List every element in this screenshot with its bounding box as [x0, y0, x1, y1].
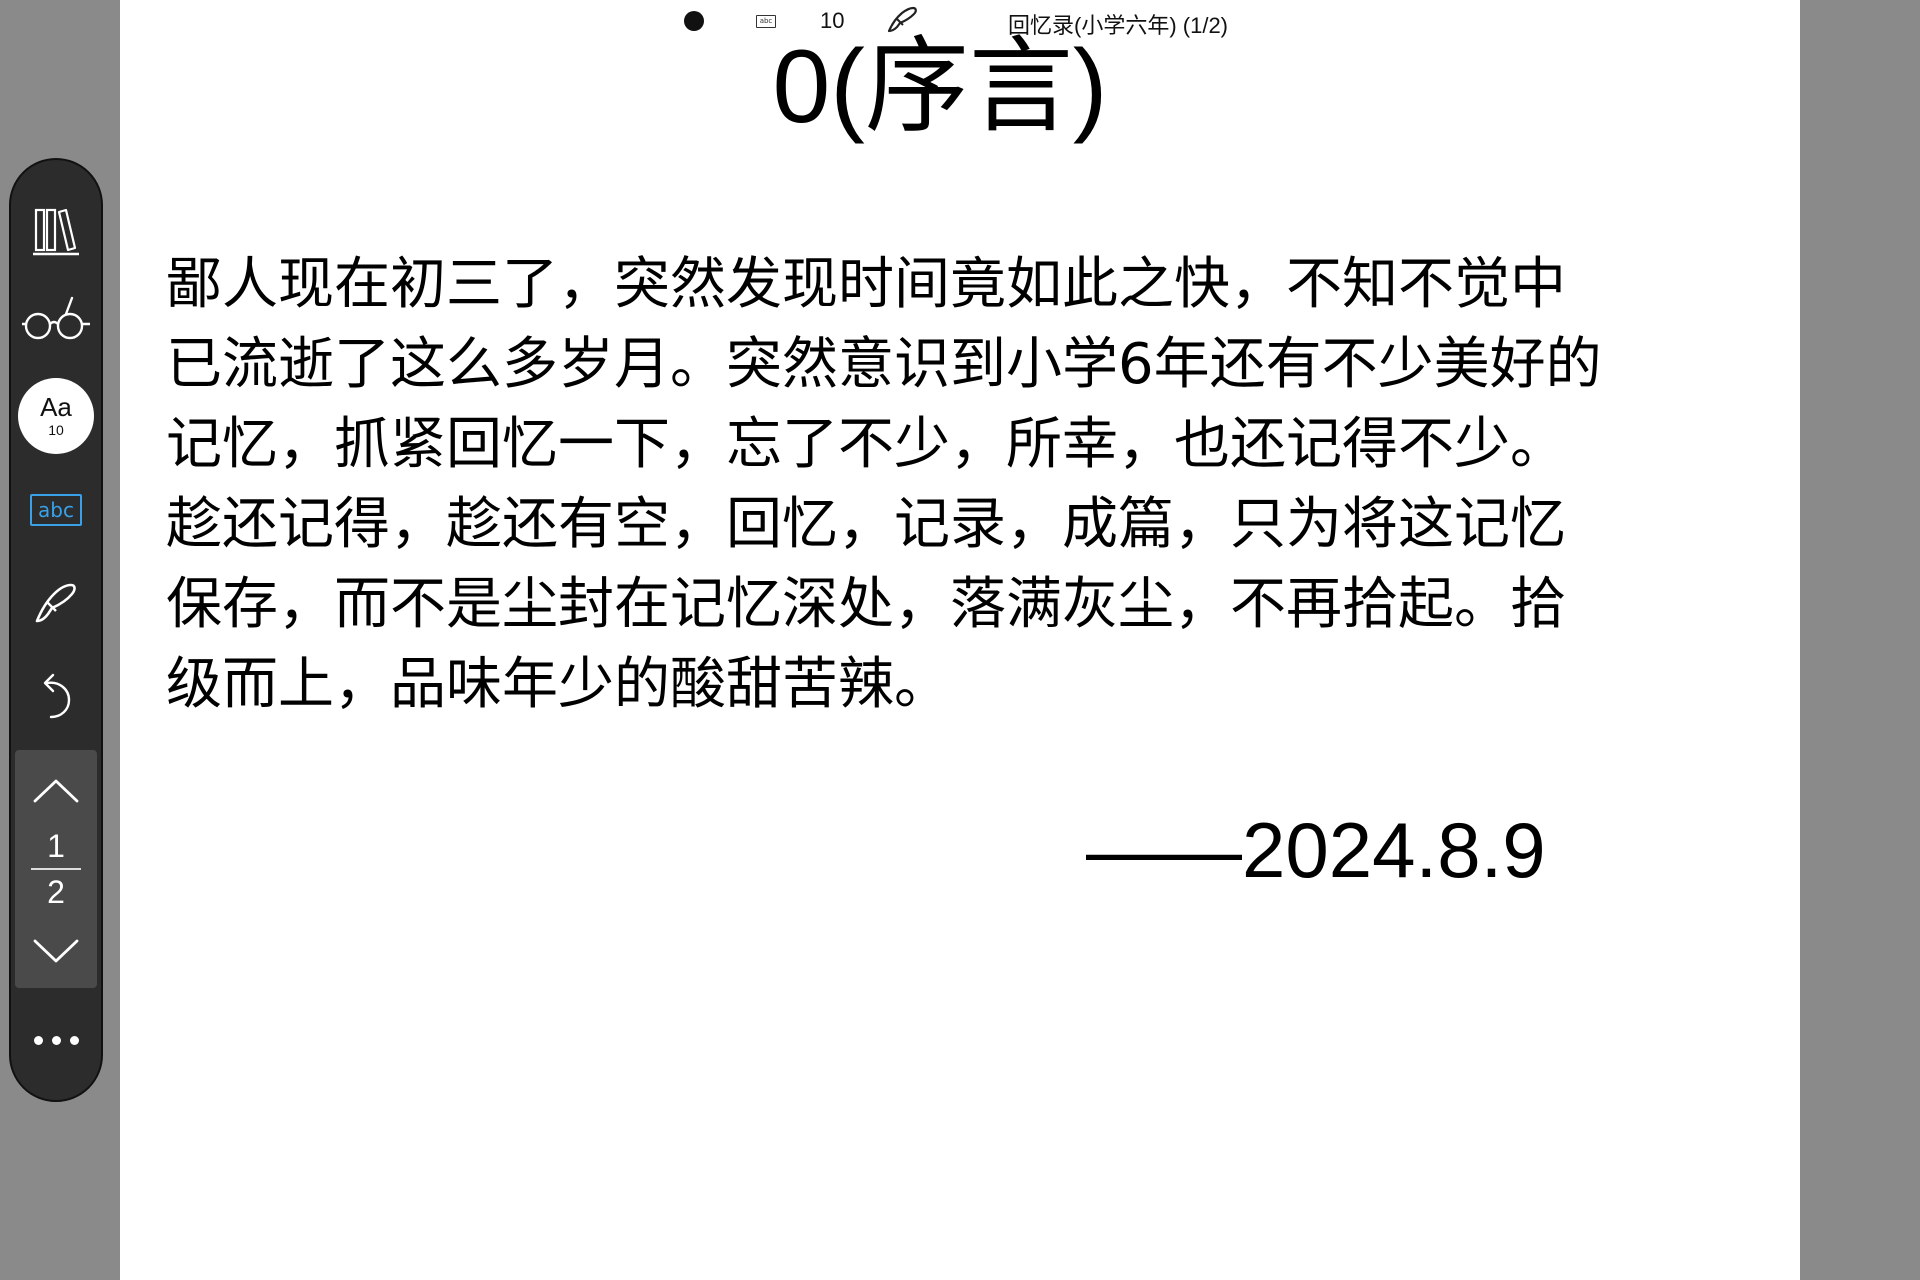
body-line: 记忆，抓紧回忆一下，忘了不少，所幸，也还记得不少。 [166, 412, 1566, 477]
pen-icon [35, 583, 76, 623]
chevron-up-icon [33, 779, 79, 803]
page-navigator: 1 2 [15, 750, 97, 988]
pen-button[interactable] [11, 568, 101, 640]
more-button[interactable] [11, 1010, 101, 1070]
font-settings-button[interactable]: Aa 10 [11, 374, 101, 458]
chevron-down-icon [33, 939, 79, 963]
font-size-label: 10 [48, 422, 64, 438]
body-line: 已流逝了这么多岁月。突然意识到小学6年还有不少美好的 [166, 332, 1602, 397]
reader-toolbar: Aa 10 abc 1 2 [9, 158, 103, 1102]
current-page-number: 1 [47, 828, 65, 864]
chapter-date: ——2024.8.9 [1086, 806, 1546, 894]
page-down-button[interactable] [15, 920, 97, 980]
body-line: 趁还记得，趁还有空，回忆，记录，成篇，只为将这记忆 [166, 492, 1566, 557]
page-divider [31, 868, 81, 870]
undo-button[interactable] [11, 660, 101, 732]
chapter-title: 0(序言) [772, 29, 1108, 145]
library-icon [33, 208, 79, 256]
reader-screen: abc 10 回忆录(小学六年) (1/2) 0(序言) 鄙人现在初三了，突然发… [0, 0, 1920, 1280]
font-sample-label: Aa [40, 392, 72, 422]
abc-icon: abc [30, 494, 82, 526]
library-button[interactable] [11, 196, 101, 268]
body-line: 保存，而不是尘封在记忆深处，落满灰尘，不再拾起。拾 [166, 572, 1566, 637]
total-page-number: 2 [47, 874, 65, 910]
body-line: 鄙人现在初三了，突然发现时间竟如此之快，不知不觉中 [166, 252, 1566, 317]
text-recognition-button[interactable]: abc [11, 478, 101, 542]
undo-icon [43, 673, 71, 719]
page-up-button[interactable] [15, 762, 97, 822]
font-settings-circle: Aa 10 [18, 378, 94, 454]
glasses-icon [22, 296, 90, 340]
chapter-body: 鄙人现在初三了，突然发现时间竟如此之快，不知不觉中 已流逝了这么多岁月。突然意识… [166, 245, 1726, 725]
body-line: 级而上，品味年少的酸甜苦辣。 [166, 652, 950, 717]
reading-mode-button[interactable] [11, 284, 101, 356]
more-icon [33, 1035, 79, 1045]
